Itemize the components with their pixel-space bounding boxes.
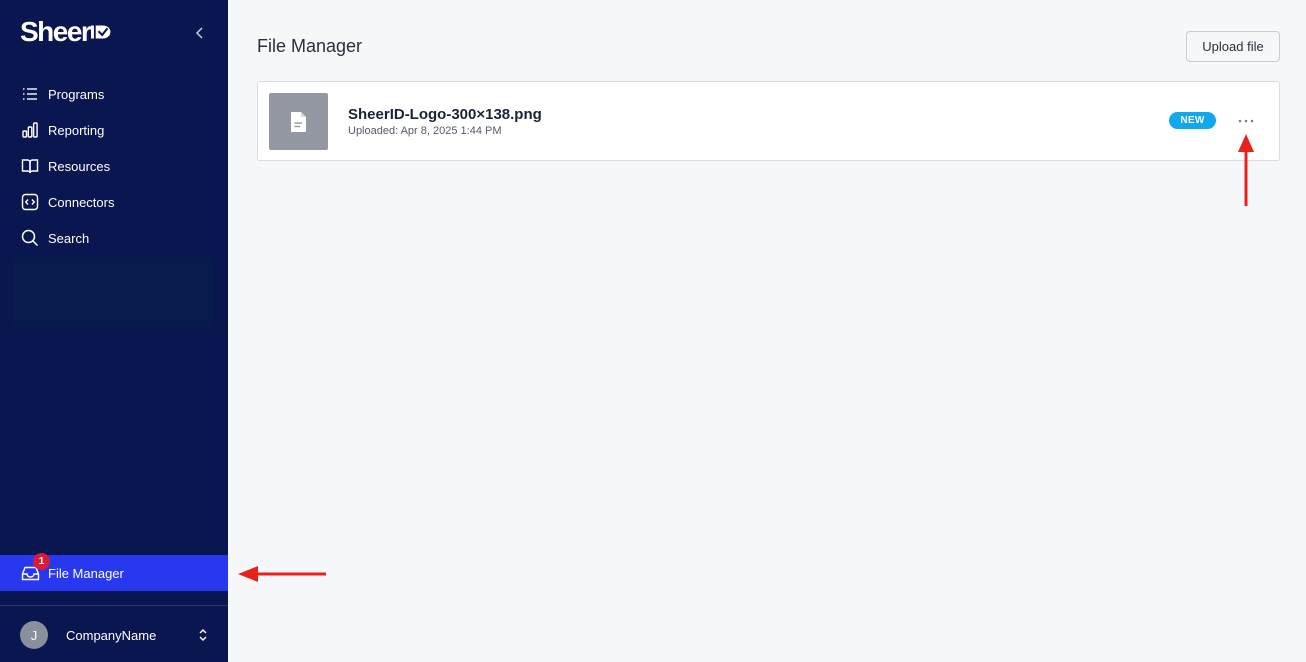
logo-text: Sheer	[20, 16, 92, 47]
sidebar-item-label: Connectors	[48, 194, 115, 210]
sidebar-item-label: File Manager	[48, 565, 124, 581]
file-row[interactable]: SheerID-Logo-300×138.png Uploaded: Apr 8…	[257, 81, 1280, 161]
annotation-arrow-up	[1238, 134, 1254, 206]
sidebar-nav: Programs Reporting Resources Connectors …	[0, 76, 228, 256]
file-thumbnail	[269, 93, 328, 150]
sidebar-item-label: Programs	[48, 86, 105, 102]
sidebar-item-label: Resources	[48, 158, 111, 174]
search-icon	[20, 228, 40, 248]
chevron-up-down-icon	[196, 626, 210, 644]
file-name[interactable]: SheerID-Logo-300×138.png	[348, 106, 542, 123]
file-upload-date: Uploaded: Apr 8, 2025 1:44 PM	[348, 125, 502, 137]
notification-badge: 1	[33, 553, 50, 570]
document-icon	[290, 111, 306, 132]
company-name: CompanyName	[66, 627, 157, 643]
avatar: J	[20, 621, 48, 649]
sidebar-placeholder-panel	[14, 257, 214, 327]
annotation-arrow-left	[238, 566, 326, 582]
sidebar-item-label: Search	[48, 230, 90, 246]
sidebar-item-resources[interactable]: Resources	[0, 148, 228, 184]
code-icon	[20, 192, 40, 212]
sidebar: Sheer Programs Reporting Resources Conne…	[0, 0, 228, 662]
sidebar-item-search[interactable]: Search	[0, 220, 228, 256]
collapse-sidebar-button[interactable]	[190, 23, 210, 43]
sidebar-divider	[0, 605, 228, 606]
more-horizontal-icon	[1238, 119, 1254, 123]
chevron-left-icon	[195, 27, 203, 39]
logo-id-mark	[91, 25, 111, 39]
account-switcher[interactable]: J CompanyName	[20, 621, 210, 649]
more-options-button[interactable]	[1233, 110, 1259, 132]
sheerid-logo[interactable]: Sheer	[20, 17, 111, 47]
list-icon	[20, 84, 40, 104]
sidebar-item-reporting[interactable]: Reporting	[0, 112, 228, 148]
book-icon	[20, 156, 40, 176]
bar-chart-icon	[20, 120, 40, 140]
sidebar-item-programs[interactable]: Programs	[0, 76, 228, 112]
sidebar-item-label: Reporting	[48, 122, 105, 138]
upload-file-button[interactable]: Upload file	[1186, 31, 1280, 62]
page-title: File Manager	[257, 36, 363, 56]
new-badge: NEW	[1169, 112, 1216, 129]
sidebar-item-connectors[interactable]: Connectors	[0, 184, 228, 220]
